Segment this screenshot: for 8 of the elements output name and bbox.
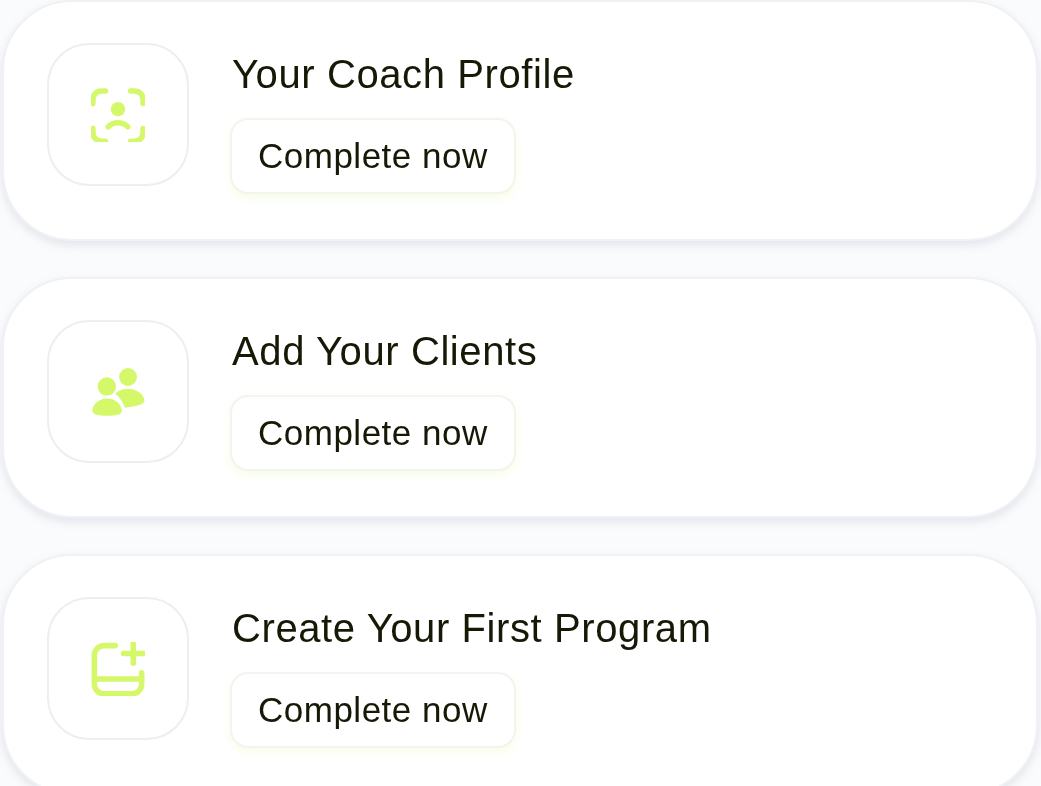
complete-now-button[interactable]: Complete now [230,395,516,471]
complete-now-button[interactable]: Complete now [230,672,516,748]
complete-now-button[interactable]: Complete now [230,118,516,194]
face-scan-icon [91,87,145,142]
card-title: Add Your Clients [232,328,538,375]
add-board-icon [91,641,145,696]
card-title: Your Coach Profile [232,51,575,98]
card-title: Create Your First Program [232,605,712,652]
